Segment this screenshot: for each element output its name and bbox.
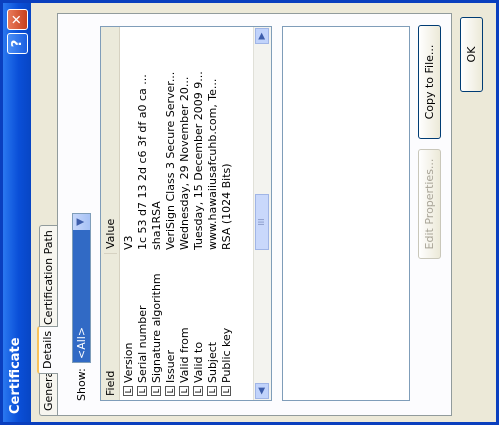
field-value: Wednesday, 29 November 20... xyxy=(178,76,191,250)
fields-table[interactable]: Field Value L Version V3 L Serial number… xyxy=(100,26,272,401)
column-header-value[interactable]: Value xyxy=(104,218,117,254)
show-label: Show: xyxy=(75,368,88,401)
details-panel: Show: <All> ▼ Field Value L Version V3 L… xyxy=(57,13,452,416)
field-name: Valid from xyxy=(178,327,191,383)
table-row[interactable]: L Public key RSA (1024 Bits) xyxy=(219,27,233,400)
scroll-thumb[interactable]: III xyxy=(255,194,269,250)
table-row[interactable]: L Valid to Tuesday, 15 December 2009 9..… xyxy=(191,27,205,400)
field-value: VeriSign Class 3 Secure Server... xyxy=(164,71,177,250)
field-name: Public key xyxy=(220,327,233,383)
field-name: Issuer xyxy=(164,350,177,383)
help-button[interactable]: ? xyxy=(7,33,28,54)
chevron-down-icon[interactable]: ▼ xyxy=(73,214,90,230)
field-name: Valid to xyxy=(192,341,205,383)
table-row[interactable]: L Version V3 xyxy=(121,27,135,400)
horizontal-scrollbar[interactable]: ◀ III ▶ xyxy=(253,27,271,400)
field-name: Version xyxy=(122,342,135,383)
show-selected-value: <All> xyxy=(75,326,88,359)
certificate-field-icon: L xyxy=(151,386,161,396)
edit-properties-button[interactable]: Edit Properties... xyxy=(418,149,441,259)
ok-button[interactable]: OK xyxy=(460,17,483,92)
show-dropdown[interactable]: <All> ▼ xyxy=(72,213,91,363)
field-name: Subject xyxy=(206,341,219,383)
certificate-field-icon: L xyxy=(123,386,133,396)
table-row[interactable]: L Subject www.hawaiiusafcuhb.com, Te... xyxy=(205,27,219,400)
certificate-field-icon: L xyxy=(165,386,175,396)
certificate-dialog: Certificate ? ✕ General Details Certific… xyxy=(0,0,499,425)
table-row[interactable]: L Issuer VeriSign Class 3 Secure Server.… xyxy=(163,27,177,400)
field-name: Signature algorithm xyxy=(150,273,163,383)
field-value: sha1RSA xyxy=(150,201,163,250)
certificate-field-icon: L xyxy=(221,386,231,396)
close-button[interactable]: ✕ xyxy=(7,9,28,30)
certificate-field-icon: L xyxy=(207,386,217,396)
scroll-left-icon[interactable]: ◀ xyxy=(255,383,269,399)
field-value: V3 xyxy=(122,235,135,250)
scroll-right-icon[interactable]: ▶ xyxy=(255,28,269,44)
title-bar[interactable]: Certificate ? ✕ xyxy=(3,3,31,422)
table-row[interactable]: L Serial number 1c 53 d7 13 2d c6 3f df … xyxy=(135,27,149,400)
field-value: Tuesday, 15 December 2009 9... xyxy=(192,71,205,250)
column-header-field[interactable]: Field xyxy=(104,371,117,396)
certificate-field-icon: L xyxy=(179,386,189,396)
table-row[interactable]: L Signature algorithm sha1RSA xyxy=(149,27,163,400)
certificate-field-icon: L xyxy=(137,386,147,396)
copy-to-file-button[interactable]: Copy to File... xyxy=(418,25,441,139)
certificate-field-icon: L xyxy=(193,386,203,396)
field-value: 1c 53 d7 13 2d c6 3f df a0 ca ... xyxy=(136,74,149,250)
table-row[interactable]: L Valid from Wednesday, 29 November 20..… xyxy=(177,27,191,400)
field-value: www.hawaiiusafcuhb.com, Te... xyxy=(206,78,219,250)
table-header: Field Value xyxy=(101,27,120,400)
value-detail-box[interactable] xyxy=(282,26,410,401)
window-title: Certificate xyxy=(8,337,23,414)
tab-certification-path[interactable]: Certification Path xyxy=(39,225,57,330)
tab-details[interactable]: Details xyxy=(37,325,58,374)
field-value: RSA (1024 Bits) xyxy=(220,163,233,250)
field-name: Serial number xyxy=(136,305,149,383)
